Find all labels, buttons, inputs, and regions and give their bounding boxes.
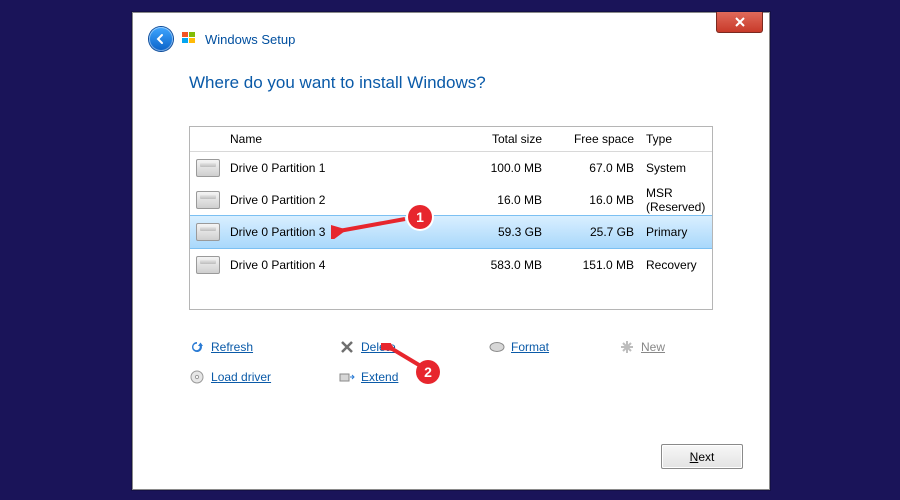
annotation-badge-1: 1 — [408, 205, 432, 229]
partition-type: System — [644, 161, 712, 175]
titlebar: Windows Setup — [149, 27, 295, 51]
format-icon — [489, 339, 505, 355]
close-button[interactable] — [716, 12, 763, 33]
setup-window: Windows Setup Where do you want to insta… — [132, 12, 770, 490]
partition-free: 16.0 MB — [552, 193, 644, 207]
partition-total: 583.0 MB — [454, 258, 552, 272]
new-action: New — [619, 339, 709, 355]
partition-row[interactable]: Drive 0 Partition 359.3 GB25.7 GBPrimary — [190, 215, 712, 249]
next-label: Next — [690, 450, 715, 464]
format-label: Format — [511, 340, 549, 354]
partition-free: 25.7 GB — [552, 225, 644, 239]
extend-action[interactable]: Extend — [339, 369, 489, 385]
drive-icon — [196, 223, 220, 241]
partition-free: 151.0 MB — [552, 258, 644, 272]
annotation-arrow-2 — [381, 343, 425, 371]
drive-icon — [196, 191, 220, 209]
refresh-action[interactable]: Refresh — [189, 339, 339, 355]
list-header: Name Total size Free space Type — [190, 127, 712, 152]
col-header-type[interactable]: Type — [644, 132, 712, 146]
close-icon — [735, 17, 745, 27]
partition-name: Drive 0 Partition 1 — [224, 161, 454, 175]
windows-flag-icon — [181, 30, 197, 49]
window-title: Windows Setup — [205, 32, 295, 47]
drive-icon — [196, 159, 220, 177]
extend-label: Extend — [361, 370, 398, 384]
next-button[interactable]: Next — [661, 444, 743, 469]
delete-icon — [339, 339, 355, 355]
partition-free: 67.0 MB — [552, 161, 644, 175]
load-driver-label: Load driver — [211, 370, 271, 384]
annotation-arrow-1 — [331, 217, 409, 239]
drive-actions: Refresh Delete Format New Load driver — [189, 339, 713, 385]
disc-icon — [189, 369, 205, 385]
partition-type: Recovery — [644, 258, 712, 272]
partition-name: Drive 0 Partition 4 — [224, 258, 454, 272]
format-action[interactable]: Format — [489, 339, 619, 355]
partition-row[interactable]: Drive 0 Partition 1100.0 MB67.0 MBSystem — [190, 152, 712, 184]
col-header-name[interactable]: Name — [224, 132, 454, 146]
refresh-label: Refresh — [211, 340, 253, 354]
new-icon — [619, 339, 635, 355]
partition-row[interactable]: Drive 0 Partition 4583.0 MB151.0 MBRecov… — [190, 249, 712, 281]
partition-total: 59.3 GB — [454, 225, 552, 239]
drive-icon — [196, 256, 220, 274]
partition-type: Primary — [644, 225, 712, 239]
partition-total: 100.0 MB — [454, 161, 552, 175]
col-header-total[interactable]: Total size — [454, 132, 552, 146]
load-driver-action[interactable]: Load driver — [189, 369, 339, 385]
back-arrow-icon — [155, 33, 167, 45]
back-button[interactable] — [149, 27, 173, 51]
partition-type: MSR (Reserved) — [644, 186, 712, 214]
new-label: New — [641, 340, 665, 354]
partition-total: 16.0 MB — [454, 193, 552, 207]
col-header-free[interactable]: Free space — [552, 132, 644, 146]
extend-icon — [339, 369, 355, 385]
partition-list: Name Total size Free space Type Drive 0 … — [189, 126, 713, 310]
page-heading: Where do you want to install Windows? — [189, 73, 486, 93]
refresh-icon — [189, 339, 205, 355]
partition-row[interactable]: Drive 0 Partition 216.0 MB16.0 MBMSR (Re… — [190, 184, 712, 216]
